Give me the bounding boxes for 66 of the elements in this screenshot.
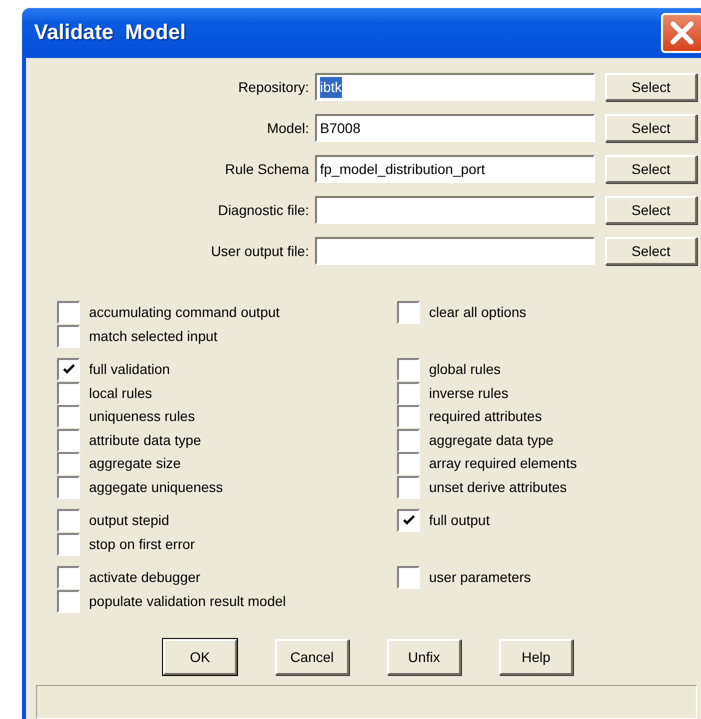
checkbox[interactable] — [57, 509, 80, 532]
checkbox[interactable] — [57, 324, 80, 348]
checkbox[interactable] — [57, 590, 80, 613]
checkbox[interactable] — [397, 566, 420, 590]
field-label: Diagnostic file: — [216, 200, 309, 220]
checkbox-label: accumulating command output — [89, 303, 280, 322]
checkbox-label: full validation — [89, 360, 170, 380]
checkbox[interactable] — [57, 476, 80, 499]
checkbox[interactable] — [57, 452, 80, 476]
checkbox-label: aggregate data type — [429, 430, 554, 450]
checkbox[interactable] — [57, 358, 80, 382]
checkbox[interactable] — [397, 358, 420, 382]
checkbox-label: inverse rules — [429, 384, 508, 403]
checkbox-label: output stepid — [89, 511, 170, 530]
checkbox-label: stop on first error — [89, 534, 195, 554]
select-button[interactable]: Select — [605, 114, 697, 142]
text-field[interactable] — [315, 196, 595, 224]
checkbox-label: unset derive attributes — [429, 478, 567, 497]
dialog-button[interactable]: OK — [163, 639, 237, 675]
select-button[interactable]: Select — [605, 196, 697, 224]
checkbox[interactable] — [397, 382, 420, 405]
checkbox[interactable] — [57, 301, 80, 324]
checkbox[interactable] — [397, 452, 420, 476]
select-button[interactable]: Select — [605, 155, 697, 183]
checkbox-label: aggegate uniqueness — [89, 478, 223, 497]
text-field[interactable]: B7008 — [315, 114, 595, 142]
checkbox[interactable] — [57, 532, 80, 556]
field-label: Rule Schema — [224, 160, 309, 178]
checkbox-label: full output — [429, 511, 490, 530]
checkbox[interactable] — [397, 428, 420, 452]
checkbox-label: match selected input — [89, 326, 218, 346]
checkbox-label: aggregate size — [89, 454, 181, 474]
checkbox-label: array required elements — [429, 454, 577, 474]
checkbox[interactable] — [397, 476, 420, 499]
checkbox-label: attribute data type — [89, 430, 202, 450]
field-label: User output file: — [210, 242, 309, 261]
select-button[interactable]: Select — [605, 73, 697, 101]
checkbox[interactable] — [397, 509, 420, 532]
checkbox[interactable] — [57, 405, 80, 428]
text-field[interactable] — [315, 237, 595, 265]
checkbox[interactable] — [57, 566, 80, 590]
checkbox-label: global rules — [429, 360, 501, 380]
dialog-button[interactable]: Unfix — [387, 639, 461, 675]
text-field[interactable]: ibtk — [315, 73, 595, 101]
check-icon — [62, 364, 74, 376]
checkbox[interactable] — [57, 382, 80, 405]
checkbox-label: uniqueness rules — [89, 407, 195, 426]
checkbox-label: required attributes — [429, 407, 542, 426]
close-button[interactable] — [661, 13, 701, 53]
checkbox-label: user parameters — [429, 568, 531, 588]
checkbox-label: local rules — [89, 384, 152, 403]
check-icon — [402, 515, 414, 526]
checkbox[interactable] — [397, 301, 420, 324]
text-field[interactable]: fp_model_distribution_port — [315, 155, 595, 183]
field-label: Repository: — [237, 78, 309, 97]
close-icon — [669, 20, 695, 46]
window-title: Validate Model — [34, 20, 186, 46]
checkbox-label: activate debugger — [89, 568, 200, 588]
checkbox[interactable] — [397, 405, 420, 428]
dialog-button[interactable]: Help — [499, 639, 573, 675]
select-button[interactable]: Select — [605, 237, 697, 265]
checkbox-label: populate validation result model — [89, 592, 286, 611]
checkbox[interactable] — [57, 428, 80, 452]
checkbox-label: clear all options — [429, 303, 526, 322]
dialog-button[interactable]: Cancel — [275, 639, 349, 675]
field-label: Model: — [266, 118, 309, 138]
